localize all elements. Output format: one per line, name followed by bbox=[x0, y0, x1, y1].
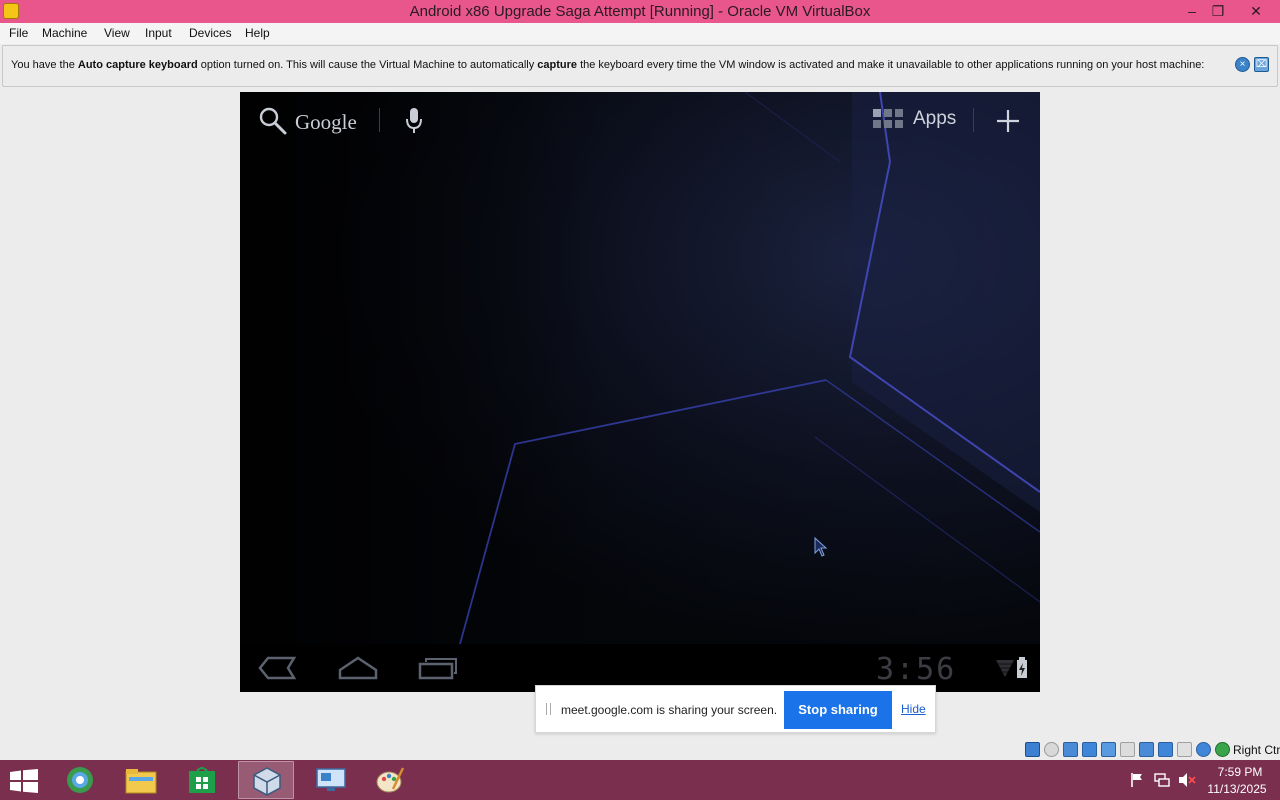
add-widget-icon[interactable] bbox=[995, 108, 1021, 134]
search-divider bbox=[379, 108, 380, 132]
volume-muted-icon[interactable] bbox=[1178, 772, 1196, 788]
windows-taskbar: 7:59 PM 11/13/2025 bbox=[0, 760, 1280, 800]
apps-button-label[interactable]: Apps bbox=[913, 108, 956, 130]
taskbar-virtualbox[interactable] bbox=[238, 761, 294, 799]
taskbar-paint[interactable] bbox=[362, 761, 418, 799]
google-search-label: Google bbox=[295, 110, 357, 134]
restore-button[interactable]: ❐ bbox=[1204, 0, 1232, 23]
notice-text-2: option turned on. This will cause the Vi… bbox=[197, 59, 538, 71]
microphone-icon[interactable] bbox=[404, 106, 424, 136]
stop-sharing-button[interactable]: Stop sharing bbox=[784, 691, 892, 729]
menu-file[interactable]: File bbox=[9, 26, 28, 40]
notice-text-3: the keyboard every time the VM window is… bbox=[577, 59, 1205, 71]
menu-bar: File Machine View Input Devices Help bbox=[0, 23, 1280, 44]
taskbar-remote-desktop[interactable] bbox=[302, 761, 358, 799]
mouse-cursor-icon bbox=[814, 537, 828, 557]
menu-devices[interactable]: Devices bbox=[189, 26, 232, 40]
store-icon bbox=[189, 767, 215, 793]
optical-drive-icon[interactable] bbox=[1044, 742, 1059, 757]
recent-apps-icon[interactable] bbox=[418, 656, 458, 680]
vm-display[interactable]: Google Apps 3:56 bbox=[240, 92, 1040, 692]
notice-bold-2: capture bbox=[537, 59, 578, 71]
mouse-integration-icon[interactable] bbox=[1196, 742, 1211, 757]
host-key-label: Right Ctrl bbox=[1233, 743, 1280, 757]
notice-text-1: You have the bbox=[11, 59, 78, 71]
usb-icon[interactable] bbox=[1101, 742, 1116, 757]
audio-icon[interactable] bbox=[1063, 742, 1078, 757]
search-icon bbox=[259, 107, 287, 135]
menu-input[interactable]: Input bbox=[145, 26, 172, 40]
network-tray-icon[interactable] bbox=[1154, 772, 1170, 788]
window-titlebar[interactable]: Android x86 Upgrade Saga Attempt [Runnin… bbox=[0, 0, 1280, 23]
android-wallpaper bbox=[240, 92, 1040, 644]
menu-view[interactable]: View bbox=[104, 26, 130, 40]
display-icon[interactable] bbox=[1139, 742, 1154, 757]
back-icon[interactable] bbox=[258, 656, 296, 680]
notice-message: You have the Auto capture keyboard optio… bbox=[11, 59, 1204, 71]
sharing-message: meet.google.com is sharing your screen. bbox=[561, 703, 778, 717]
folder-icon bbox=[125, 769, 157, 794]
menu-help[interactable]: Help bbox=[245, 26, 270, 40]
menu-machine[interactable]: Machine bbox=[42, 26, 87, 40]
virtualization-icon[interactable] bbox=[1177, 742, 1192, 757]
window-title: Android x86 Upgrade Saga Attempt [Runnin… bbox=[409, 3, 871, 20]
taskbar-store[interactable] bbox=[174, 761, 230, 799]
battery-charging-icon bbox=[1017, 657, 1027, 678]
apps-divider bbox=[973, 108, 974, 132]
close-button[interactable]: ✕ bbox=[1232, 0, 1280, 23]
signal-strength-icon bbox=[996, 660, 1014, 677]
taskbar-time[interactable]: 7:59 PM bbox=[1208, 765, 1272, 779]
dismiss-notice-icon[interactable]: × bbox=[1235, 57, 1250, 72]
drag-handle-icon[interactable] bbox=[546, 703, 551, 715]
network-icon[interactable] bbox=[1082, 742, 1097, 757]
hard-disk-icon[interactable] bbox=[1025, 742, 1040, 757]
hide-link[interactable]: Hide bbox=[901, 702, 926, 716]
taskbar-date[interactable]: 11/13/2025 bbox=[1200, 782, 1274, 796]
keyboard-capture-icon[interactable] bbox=[1215, 742, 1230, 757]
auto-capture-notice: You have the Auto capture keyboard optio… bbox=[2, 45, 1278, 87]
remote-desktop-icon bbox=[316, 768, 346, 791]
virtualbox-icon bbox=[253, 767, 281, 796]
notice-bold-1: Auto capture keyboard bbox=[77, 59, 198, 71]
browser-icon bbox=[67, 767, 93, 793]
paint-palette-icon bbox=[376, 767, 405, 793]
windows-start-icon[interactable] bbox=[10, 769, 38, 793]
minimize-button[interactable]: – bbox=[1178, 0, 1206, 23]
screen-sharing-bar: meet.google.com is sharing your screen. … bbox=[535, 685, 936, 733]
video-capture-icon[interactable] bbox=[1158, 742, 1173, 757]
shared-folders-icon[interactable] bbox=[1120, 742, 1135, 757]
home-icon[interactable] bbox=[338, 656, 378, 680]
status-clock: 3:56 bbox=[876, 652, 957, 687]
taskbar-browser[interactable] bbox=[52, 761, 108, 799]
disable-message-icon[interactable]: ⌧ bbox=[1254, 57, 1269, 72]
action-center-flag-icon[interactable] bbox=[1130, 772, 1144, 788]
taskbar-file-explorer[interactable] bbox=[112, 761, 168, 799]
apps-grid-icon[interactable] bbox=[873, 109, 905, 129]
vm-status-bar: Right Ctrl bbox=[1022, 741, 1280, 759]
